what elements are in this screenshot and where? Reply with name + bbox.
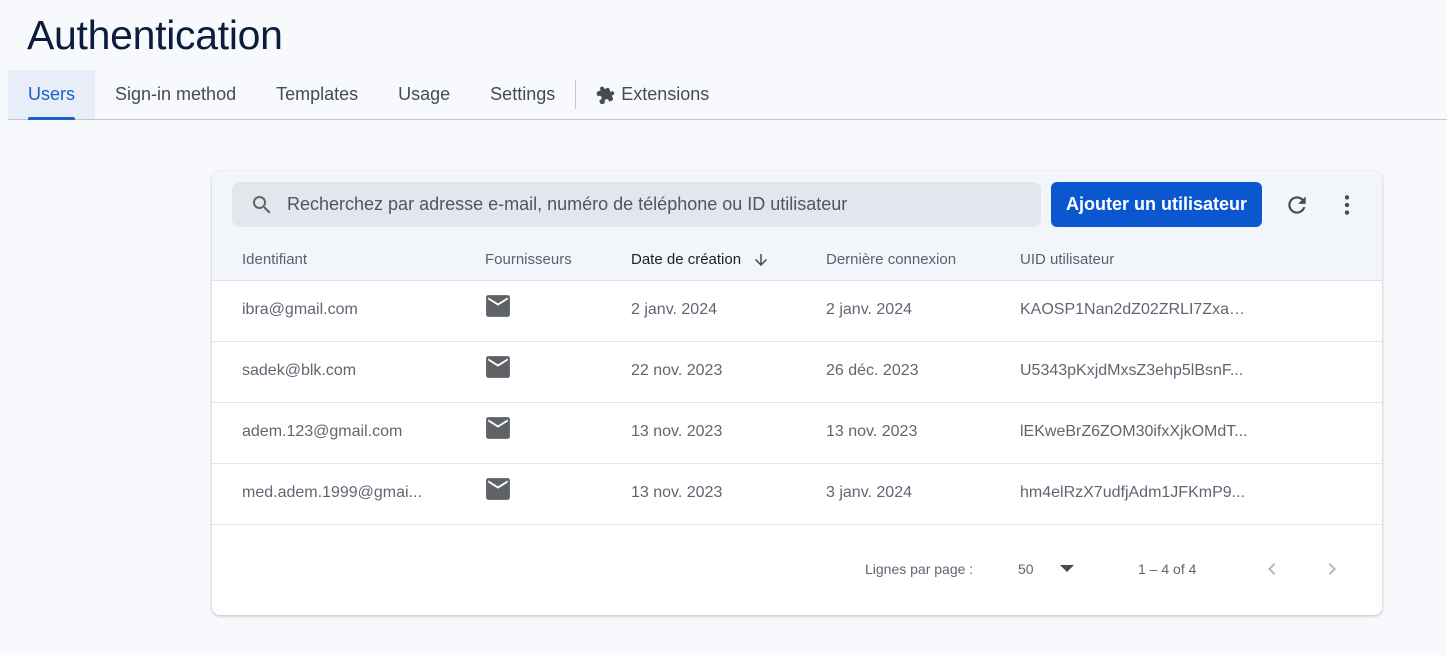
users-card: Ajouter un utilisateur Identifiant Fourn… xyxy=(212,171,1382,615)
page-title: Authentication xyxy=(27,12,283,58)
email-icon xyxy=(486,478,510,500)
users-toolbar: Ajouter un utilisateur xyxy=(212,171,1382,237)
cell-provider xyxy=(485,478,511,505)
cell-uid: hm4elRzX7udfjAdm1JFKmP9... xyxy=(1020,484,1245,501)
rows-per-page-value: 50 xyxy=(1018,561,1034,577)
tab-templates[interactable]: Templates xyxy=(256,70,378,119)
header-created[interactable]: Date de création xyxy=(631,251,781,268)
search-box[interactable] xyxy=(232,182,1041,227)
cell-uid: KAOSP1Nan2dZ02ZRLI7ZxaZ... xyxy=(1020,301,1250,318)
table-body: ibra@gmail.com 2 janv. 2024 2 janv. 2024… xyxy=(212,281,1382,525)
caret-down-icon xyxy=(1060,565,1074,572)
header-uid: UID utilisateur xyxy=(1020,251,1115,268)
cell-provider xyxy=(485,417,511,444)
chevron-left-icon xyxy=(1268,563,1276,575)
tab-bar: Users Sign-in method Templates Usage Set… xyxy=(8,70,1447,120)
header-created-label: Date de création xyxy=(631,251,742,268)
arrow-down-icon xyxy=(755,254,767,266)
tab-usage[interactable]: Usage xyxy=(378,70,470,119)
table-row[interactable]: med.adem.1999@gmai... 13 nov. 2023 3 jan… xyxy=(212,464,1382,525)
table-row[interactable]: adem.123@gmail.com 13 nov. 2023 13 nov. … xyxy=(212,403,1382,464)
tab-sign-in-method[interactable]: Sign-in method xyxy=(95,70,256,119)
more-options-button[interactable] xyxy=(1333,191,1361,219)
pagination-range: 1 – 4 of 4 xyxy=(1138,561,1197,577)
cell-created: 13 nov. 2023 xyxy=(631,484,723,501)
cell-last-sign-in: 13 nov. 2023 xyxy=(826,423,918,440)
table-header: Identifiant Fournisseurs Date de créatio… xyxy=(212,237,1382,281)
tab-users[interactable]: Users xyxy=(8,70,96,120)
header-providers: Fournisseurs xyxy=(485,251,572,268)
email-icon xyxy=(486,417,510,439)
search-icon xyxy=(253,195,271,213)
rows-per-page-label: Lignes par page : xyxy=(865,561,974,577)
cell-identifier: ibra@gmail.com xyxy=(242,301,358,318)
rows-per-page-select[interactable]: 50 xyxy=(1018,558,1078,582)
tab-label: Users xyxy=(28,84,76,104)
tab-label: Settings xyxy=(490,84,556,104)
refresh-button[interactable] xyxy=(1283,191,1311,219)
tab-extensions[interactable]: Extensions xyxy=(576,70,729,119)
add-user-button[interactable]: Ajouter un utilisateur xyxy=(1051,182,1262,227)
cell-uid: lEKweBrZ6ZOM30ifxXjkOMdT... xyxy=(1020,423,1248,440)
cell-last-sign-in: 26 déc. 2023 xyxy=(826,362,919,379)
next-page-button[interactable] xyxy=(1320,557,1344,581)
cell-identifier: sadek@blk.com xyxy=(242,362,357,379)
tab-label: Templates xyxy=(276,84,359,104)
search-input[interactable] xyxy=(287,194,1007,215)
email-icon xyxy=(486,356,510,378)
previous-page-button[interactable] xyxy=(1260,557,1284,581)
table-row[interactable]: ibra@gmail.com 2 janv. 2024 2 janv. 2024… xyxy=(212,281,1382,342)
cell-created: 2 janv. 2024 xyxy=(631,301,717,318)
cell-provider xyxy=(485,356,511,383)
cell-last-sign-in: 3 janv. 2024 xyxy=(826,484,912,501)
table-row[interactable]: sadek@blk.com 22 nov. 2023 26 déc. 2023 … xyxy=(212,342,1382,403)
tab-label: Sign-in method xyxy=(115,84,237,104)
header-last-sign-in[interactable]: Dernière connexion xyxy=(826,251,956,268)
tab-settings[interactable]: Settings xyxy=(470,70,575,119)
header-identifier[interactable]: Identifiant xyxy=(242,251,307,268)
cell-identifier: adem.123@gmail.com xyxy=(242,423,403,440)
cell-uid: U5343pKxjdMxsZ3ehp5lBsnF... xyxy=(1020,362,1244,379)
tab-label: Extensions xyxy=(621,84,710,104)
chevron-right-icon xyxy=(1328,563,1336,575)
email-icon xyxy=(486,295,510,317)
puzzle-icon xyxy=(596,86,615,104)
cell-created: 13 nov. 2023 xyxy=(631,423,723,440)
cell-last-sign-in: 2 janv. 2024 xyxy=(826,301,912,318)
cell-created: 22 nov. 2023 xyxy=(631,362,723,379)
cell-provider xyxy=(485,295,511,322)
more-vert-icon xyxy=(1344,195,1350,215)
tab-label: Usage xyxy=(398,84,451,104)
cell-identifier: med.adem.1999@gmai... xyxy=(242,484,422,501)
table-pagination: Lignes par page : 50 1 – 4 of 4 xyxy=(212,526,1382,615)
refresh-icon xyxy=(1288,196,1306,214)
